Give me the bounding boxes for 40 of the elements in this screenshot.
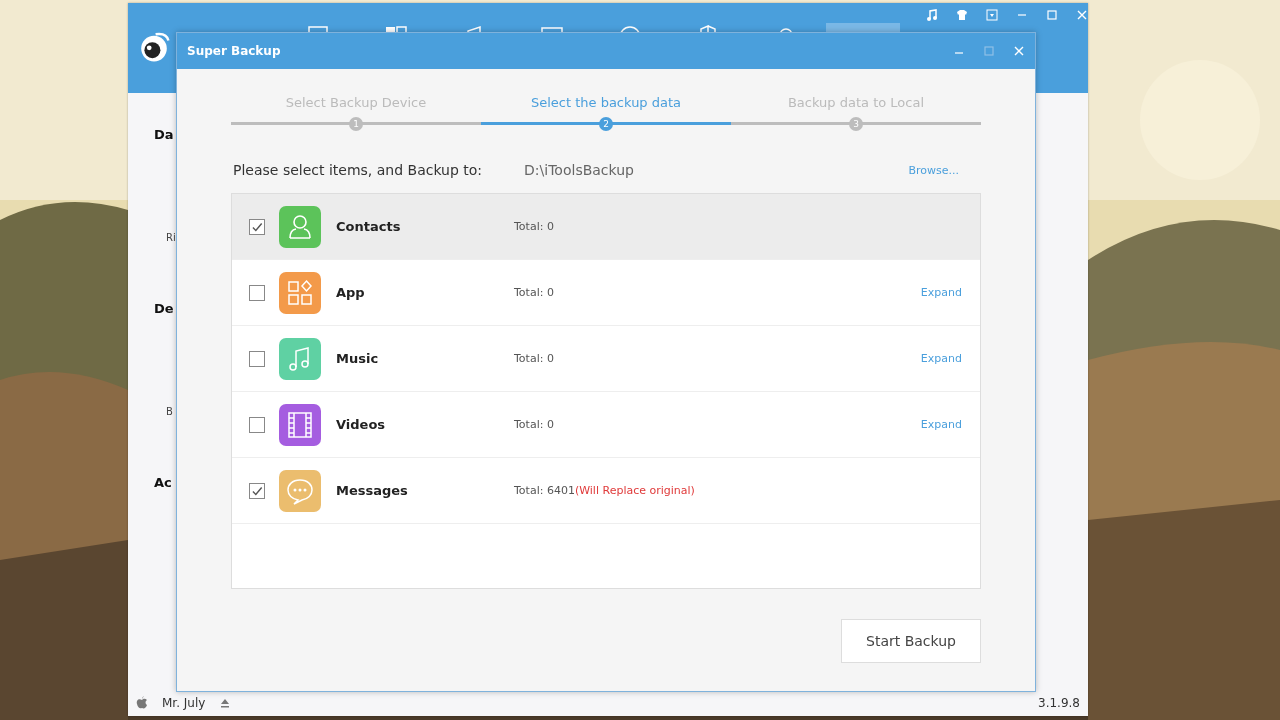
start-backup-button[interactable]: Start Backup	[841, 619, 981, 663]
item-name: Contacts	[336, 219, 402, 234]
item-total: Total: 0	[514, 220, 554, 233]
backup-path: D:\iToolsBackup	[524, 162, 634, 178]
music-note-icon[interactable]	[926, 9, 938, 21]
checkbox[interactable]	[249, 218, 265, 235]
section-heading: Ac	[154, 475, 172, 490]
step-label: Backup data to Local	[787, 95, 925, 110]
checkbox[interactable]	[249, 350, 265, 367]
user-name: Mr. July	[162, 696, 206, 710]
checkbox[interactable]	[249, 284, 265, 301]
apple-icon	[136, 696, 148, 710]
step-label: Select Backup Device	[285, 95, 427, 110]
item-total: Total: 6401(Will Replace original)	[514, 484, 695, 497]
item-total: Total: 0	[514, 352, 554, 365]
item-total: Total: 0	[514, 418, 554, 431]
item-total: Total: 0	[514, 286, 554, 299]
step-number: 3	[849, 116, 863, 131]
checkbox[interactable]	[249, 416, 265, 433]
dropdown-icon[interactable]	[986, 9, 998, 21]
item-row[interactable]: Contacts Total: 0	[232, 194, 980, 260]
path-label: Please select items, and Backup to:	[233, 162, 483, 178]
dialog-title: Super Backup	[187, 44, 281, 58]
shirt-icon[interactable]	[956, 9, 968, 21]
item-name: Messages	[336, 483, 409, 498]
item-name: Videos	[336, 417, 387, 432]
sidebar-item: B	[166, 406, 173, 417]
version-text: 3.1.9.8	[1038, 696, 1080, 710]
step-number: 1	[349, 116, 363, 131]
step-label: Select the backup data	[530, 95, 682, 110]
section-heading: Da	[154, 127, 174, 142]
sidebar-item: Ri	[166, 232, 176, 243]
eject-icon[interactable]	[219, 697, 232, 709]
item-name: App	[336, 285, 366, 300]
section-heading: De	[154, 301, 174, 316]
close-icon[interactable]	[1013, 45, 1025, 57]
checkbox[interactable]	[249, 482, 265, 499]
item-name: Music	[336, 351, 380, 366]
step-number: 2	[599, 116, 613, 131]
close-icon[interactable]	[1076, 9, 1088, 21]
